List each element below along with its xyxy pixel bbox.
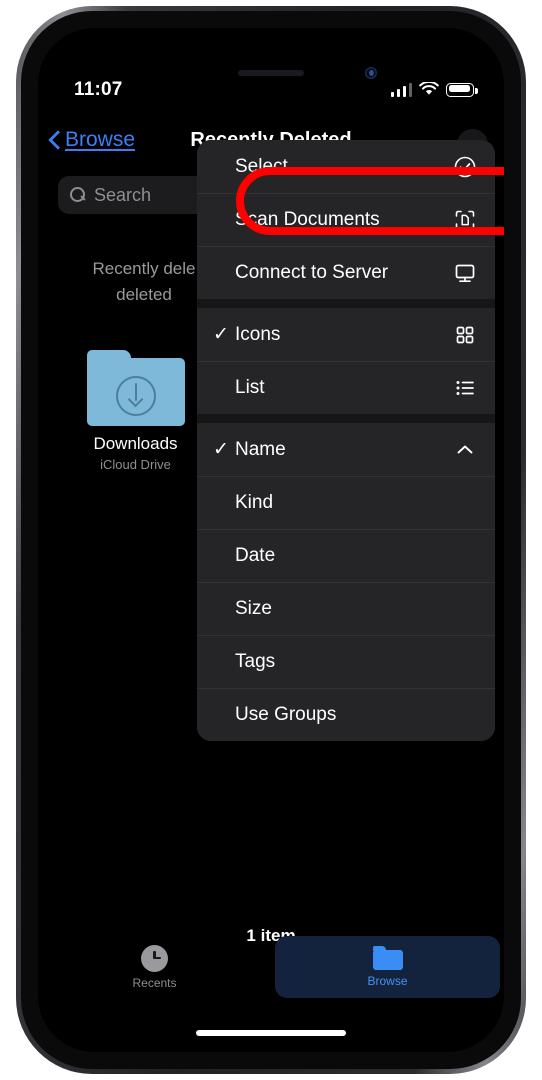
- tab-bar: Recents Browse: [38, 936, 504, 998]
- phone-screen: 11:07 Browse Recently Deleted Search: [38, 28, 504, 1052]
- list-view-icon: [453, 376, 477, 400]
- menu-label-use-groups: Use Groups: [235, 703, 337, 725]
- menu-item-list[interactable]: List: [197, 361, 495, 414]
- menu-label-date: Date: [235, 544, 276, 566]
- menu-item-size[interactable]: Size: [197, 582, 495, 635]
- menu-label-tags: Tags: [235, 650, 276, 672]
- menu-separator-2: [197, 414, 495, 423]
- menu-item-date[interactable]: Date: [197, 529, 495, 582]
- menu-item-name[interactable]: ✓ Name: [197, 423, 495, 476]
- checkmark-circle-icon: [453, 155, 477, 179]
- menu-icon-kind: [453, 491, 477, 515]
- menu-item-connect-to-server[interactable]: Connect to Server: [197, 246, 495, 299]
- status-indicators: [390, 82, 478, 97]
- menu-separator-1: [197, 299, 495, 308]
- tab-browse-label: Browse: [367, 974, 408, 988]
- display-icon: [453, 261, 477, 285]
- menu-item-use-groups[interactable]: Use Groups: [197, 688, 495, 741]
- menu-label-select: Select: [235, 155, 288, 177]
- tab-recents-label: Recents: [132, 975, 177, 990]
- status-bar: 11:07: [38, 74, 504, 114]
- menu-item-kind[interactable]: Kind: [197, 476, 495, 529]
- front-camera: [365, 67, 377, 79]
- grid-view-icon: [453, 323, 477, 347]
- menu-label-list: List: [235, 376, 265, 398]
- magnifying-glass-icon: [70, 187, 86, 203]
- search-placeholder: Search: [94, 184, 152, 205]
- menu-label-connect-to-server: Connect to Server: [235, 261, 389, 283]
- file-item-downloads[interactable]: Downloads iCloud Drive: [61, 350, 211, 472]
- menu-label-name: Name: [235, 438, 286, 460]
- menu-check-icons: ✓: [213, 324, 229, 345]
- file-item-name: Downloads: [93, 434, 178, 453]
- menu-label-scan-documents: Scan Documents: [235, 208, 380, 230]
- downloads-folder-icon: [86, 350, 185, 426]
- status-time: 11:07: [74, 79, 123, 100]
- menu-icon-size: [453, 597, 477, 621]
- menu-icon-tags: [453, 650, 477, 674]
- tab-browse[interactable]: Browse: [275, 936, 500, 998]
- file-item-location: iCloud Drive: [100, 457, 171, 472]
- folder-icon: [372, 946, 403, 970]
- battery-icon: [446, 82, 478, 97]
- clock-icon: [141, 944, 168, 972]
- chevron-up-icon: [453, 438, 477, 462]
- menu-item-icons[interactable]: ✓ Icons: [197, 308, 495, 361]
- menu-group-actions: Select Scan Documents Connect to Server: [197, 140, 495, 299]
- document-scanner-icon: [453, 208, 477, 232]
- menu-group-view: ✓ Icons List: [197, 308, 495, 414]
- tab-recents[interactable]: Recents: [42, 936, 267, 998]
- wifi-icon: [419, 82, 439, 95]
- home-indicator[interactable]: [196, 1030, 346, 1036]
- menu-check-name: ✓: [213, 439, 229, 460]
- cellular-bars-icon: [390, 82, 412, 97]
- menu-label-size: Size: [235, 597, 272, 619]
- menu-icon-date: [453, 544, 477, 568]
- menu-item-select[interactable]: Select: [197, 140, 495, 193]
- menu-item-tags[interactable]: Tags: [197, 635, 495, 688]
- menu-item-scan-documents[interactable]: Scan Documents: [197, 193, 495, 246]
- menu-label-kind: Kind: [235, 491, 274, 513]
- earpiece-speaker: [238, 70, 304, 76]
- menu-icon-use-groups: [453, 703, 477, 727]
- context-menu: Select Scan Documents Connect to Server …: [197, 140, 495, 741]
- menu-group-sort: ✓ Name Kind Date Size Tags Use Groups: [197, 423, 495, 741]
- menu-label-icons: Icons: [235, 323, 281, 345]
- notch: [177, 28, 365, 58]
